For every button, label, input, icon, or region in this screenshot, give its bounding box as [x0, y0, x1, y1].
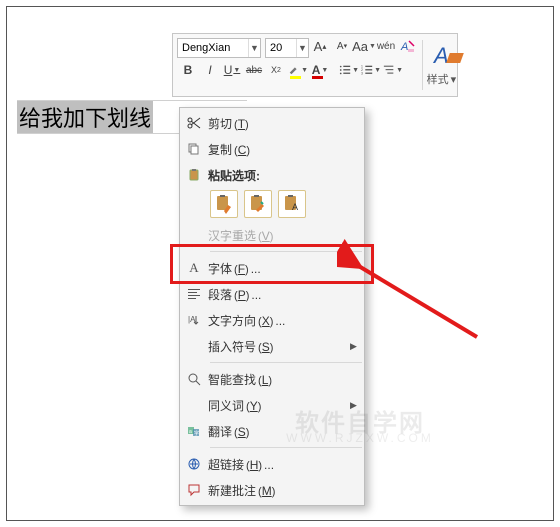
menu-font[interactable]: A 字体(F)... — [180, 255, 364, 281]
menu-new-comment[interactable]: 新建批注(M) — [180, 477, 364, 503]
font-name-value: DengXian — [178, 42, 248, 54]
paste-merge-formatting-button[interactable] — [244, 190, 272, 218]
multilevel-list-button[interactable]: ▼ — [383, 60, 403, 80]
clipboard-icon — [180, 168, 208, 182]
underline-button[interactable]: U▼ — [222, 60, 242, 80]
menu-separator — [210, 362, 362, 363]
brush-icon — [446, 53, 464, 63]
menu-cut[interactable]: 剪切(T) — [180, 110, 364, 136]
search-icon — [180, 372, 208, 386]
paste-options-row: A — [180, 188, 364, 222]
bullets-button[interactable]: ▼ — [339, 60, 359, 80]
clear-formatting-button[interactable]: A — [398, 36, 418, 56]
menu-text-direction[interactable]: |A 文字方向(X)... — [180, 307, 364, 333]
grow-font-button[interactable]: A▴ — [310, 36, 330, 56]
menu-separator — [210, 251, 362, 252]
styles-button[interactable]: A 样式▾ — [426, 34, 457, 96]
paste-keep-source-button[interactable] — [210, 190, 238, 218]
paste-text-only-button[interactable]: A — [278, 190, 306, 218]
chevron-right-icon: ▶ — [350, 341, 364, 352]
screenshot-frame: DengXian ▼ 20 ▼ A▴ A▾ Aa▼ wén A B I U▼ — [6, 6, 554, 521]
font-name-combo[interactable]: DengXian ▼ — [177, 38, 261, 58]
link-icon — [180, 457, 208, 471]
font-icon: A — [180, 260, 208, 276]
comment-icon — [180, 483, 208, 497]
change-case-button[interactable]: Aa▼ — [354, 36, 374, 56]
numbering-button[interactable]: 123▼ — [361, 60, 381, 80]
svg-text:3: 3 — [361, 71, 363, 75]
subscript-button[interactable]: X2 — [266, 60, 286, 80]
bold-button[interactable]: B — [178, 60, 198, 80]
menu-copy[interactable]: 复制(C) — [180, 136, 364, 162]
ribbon-font-group: DengXian ▼ 20 ▼ A▴ A▾ Aa▼ wén A B I U▼ — [172, 33, 458, 97]
shrink-font-button[interactable]: A▾ — [332, 36, 352, 56]
scissors-icon — [180, 116, 208, 130]
highlight-button[interactable]: ▼ — [288, 60, 308, 80]
chevron-down-icon[interactable]: ▼ — [296, 39, 308, 57]
svg-text:A: A — [400, 41, 408, 53]
menu-hyperlink[interactable]: 超链接(H)... — [180, 451, 364, 477]
font-color-button[interactable]: A ▼ — [310, 60, 330, 80]
font-size-value: 20 — [266, 42, 296, 54]
context-menu: 剪切(T) 复制(C) 粘贴选项: A 汉字重选(V) A 字体(F)... 段… — [179, 107, 365, 506]
text-direction-icon: |A — [180, 313, 208, 327]
chevron-down-icon[interactable]: ▼ — [248, 39, 260, 57]
paragraph-icon — [180, 287, 208, 301]
copy-icon — [180, 142, 208, 156]
menu-paste-options-header: 粘贴选项: — [180, 162, 364, 188]
font-size-combo[interactable]: 20 ▼ — [265, 38, 309, 58]
menu-paragraph[interactable]: 段落(P)... — [180, 281, 364, 307]
menu-reconvert: 汉字重选(V) — [180, 222, 364, 248]
menu-insert-symbol[interactable]: 插入符号(S) ▶ — [180, 333, 364, 359]
menu-separator — [210, 447, 362, 448]
menu-smart-lookup[interactable]: 智能查找(L) — [180, 366, 364, 392]
watermark-url: WWW.RJZXW.COM — [167, 431, 553, 445]
svg-text:A: A — [292, 202, 298, 212]
selected-text[interactable]: 给我加下划线 — [17, 101, 153, 133]
strikethrough-button[interactable]: abc — [244, 60, 264, 80]
separator — [422, 40, 423, 90]
phonetic-guide-button[interactable]: wén — [376, 36, 396, 56]
italic-button[interactable]: I — [200, 60, 220, 80]
